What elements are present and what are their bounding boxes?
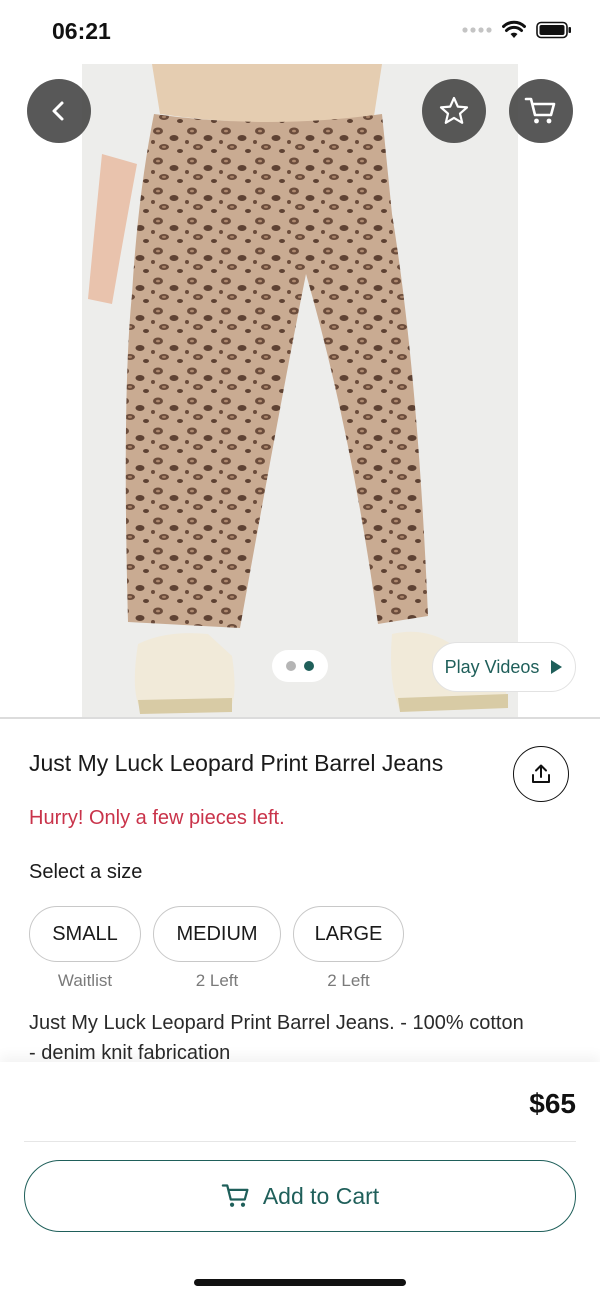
stock-warning: Hurry! Only a few pieces left. xyxy=(29,807,285,829)
product-photo xyxy=(82,64,518,718)
status-bar: 06:21 xyxy=(0,0,600,64)
size-prompt: Select a size xyxy=(29,861,143,883)
status-time: 06:21 xyxy=(52,18,111,44)
back-button[interactable] xyxy=(27,79,91,143)
pager-dot[interactable] xyxy=(286,661,296,671)
product-image-carousel[interactable]: Play Videos xyxy=(0,64,600,718)
size-note-small: Waitlist xyxy=(57,971,113,990)
home-indicator xyxy=(194,1279,406,1286)
size-option-small[interactable]: SMALL xyxy=(29,906,141,962)
product-photo-illustration xyxy=(82,64,518,718)
add-to-cart-label: Add to Cart xyxy=(262,1182,380,1209)
product-description: Just My Luck Leopard Print Barrel Jeans.… xyxy=(29,1008,569,1068)
cart-icon xyxy=(524,97,556,124)
size-option-medium[interactable]: MEDIUM xyxy=(153,906,281,962)
play-videos-label: Play Videos xyxy=(444,656,540,677)
cart-button[interactable] xyxy=(509,79,573,143)
play-videos-button[interactable]: Play Videos xyxy=(432,642,576,692)
star-icon xyxy=(439,96,469,124)
divider xyxy=(24,1141,576,1142)
description-line: Just My Luck Leopard Print Barrel Jeans.… xyxy=(29,1012,524,1034)
battery-icon xyxy=(536,21,571,39)
product-price: $65 xyxy=(529,1088,576,1119)
status-icons xyxy=(462,20,572,40)
share-button[interactable] xyxy=(513,746,569,802)
size-note-large: 2 Left xyxy=(327,971,370,990)
divider xyxy=(0,717,600,719)
product-title: Just My Luck Leopard Print Barrel Jeans xyxy=(29,750,444,776)
favorite-button[interactable] xyxy=(422,79,486,143)
add-to-cart-button[interactable]: Add to Cart xyxy=(24,1160,576,1232)
size-option-large[interactable]: LARGE xyxy=(293,906,404,962)
pager-dot-active[interactable] xyxy=(304,661,314,671)
carousel-pager xyxy=(272,650,328,682)
size-note-medium: 2 Left xyxy=(195,971,239,990)
cart-icon xyxy=(221,1184,249,1207)
signal-icon xyxy=(462,27,492,33)
wifi-icon xyxy=(502,20,526,38)
checkout-panel: $65 Add to Cart xyxy=(0,1062,600,1299)
share-icon xyxy=(532,764,550,783)
chevron-left-icon xyxy=(52,101,64,121)
play-icon xyxy=(551,660,563,674)
